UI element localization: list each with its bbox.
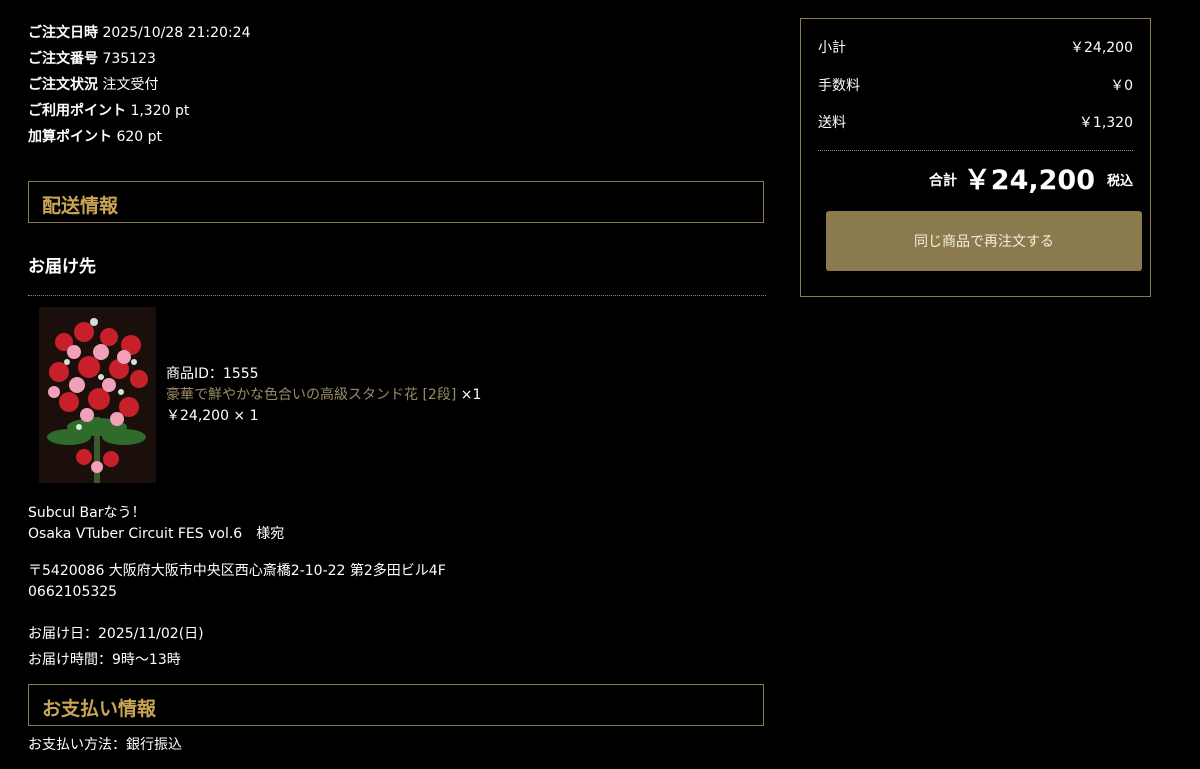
fee-label: 手数料 xyxy=(818,78,860,94)
order-summary: 小計 ￥24,200 手数料 ￥0 送料 ￥1,320 合計 ￥24,200 税… xyxy=(800,18,1151,297)
shipping-fee-value: ￥1,320 xyxy=(1078,115,1133,131)
product-price: ￥24,200 × 1 xyxy=(166,408,259,424)
payment-method: お支払い方法：銀行振込 xyxy=(28,737,182,753)
recipient: Subcul Barなう！ Osaka VTuber Circuit FES v… xyxy=(28,503,284,545)
address-line: 〒5420086 大阪府大阪市中央区西心斎橋2-10-22 第2多田ビル4F xyxy=(28,563,446,579)
order-number-value: 735123 xyxy=(102,51,156,67)
payment-section-header: お支払い情報 xyxy=(28,684,764,726)
delivery-time: お届け時間：9時〜13時 xyxy=(28,652,181,668)
used-points-label: ご利用ポイント xyxy=(28,103,126,119)
fee-value: ￥0 xyxy=(1110,78,1133,94)
payment-section-title: お支払い情報 xyxy=(42,698,157,720)
subtotal-label: 小計 xyxy=(818,40,846,56)
product-image[interactable] xyxy=(39,307,156,483)
shipping-section-title: 配送情報 xyxy=(42,195,119,217)
recipient-line2: Osaka VTuber Circuit FES vol.6 様宛 xyxy=(28,526,285,542)
added-points-row: 加算ポイント 620 pt xyxy=(28,128,250,154)
order-date-label: ご注文日時 xyxy=(28,25,98,41)
product-name-row: 豪華で鮮やかな色合いの高級スタンド花 [2段] ×1 xyxy=(166,385,481,406)
summary-divider xyxy=(818,150,1133,151)
total-label: 合計 xyxy=(929,173,957,189)
recipient-line1: Subcul Barなう！ xyxy=(28,505,146,521)
used-points-row: ご利用ポイント 1,320 pt xyxy=(28,102,250,128)
shipping-fee-label: 送料 xyxy=(818,115,846,131)
tax-included-label: 税込 xyxy=(1106,174,1133,189)
destination-title: お届け先 xyxy=(28,257,96,277)
address-block: 〒5420086 大阪府大阪市中央区西心斎橋2-10-22 第2多田ビル4F 0… xyxy=(28,561,446,603)
delivery-date: お届け日：2025/11/02(日) xyxy=(28,626,204,642)
used-points-value: 1,320 pt xyxy=(130,103,190,119)
total-value: ￥24,200 xyxy=(963,165,1095,196)
order-date-row: ご注文日時 2025/10/28 21:20:24 xyxy=(28,24,250,50)
shipping-section-header: 配送情報 xyxy=(28,181,764,223)
fee-row: 手数料 ￥0 xyxy=(818,75,1133,95)
order-status-row: ご注文状況 注文受付 xyxy=(28,76,250,102)
product-qty: ×1 xyxy=(460,387,482,403)
delivery-block: お届け日：2025/11/02(日) お届け時間：9時〜13時 xyxy=(28,621,204,673)
product-id: 商品ID：1555 xyxy=(166,366,259,382)
phone: 0662105325 xyxy=(28,584,118,600)
shipping-fee-row: 送料 ￥1,320 xyxy=(818,112,1133,132)
added-points-label: 加算ポイント xyxy=(28,129,112,145)
order-status-label: ご注文状況 xyxy=(28,77,98,93)
order-number-row: ご注文番号 735123 xyxy=(28,50,250,76)
subtotal-row: 小計 ￥24,200 xyxy=(818,37,1133,57)
order-meta: ご注文日時 2025/10/28 21:20:24 ご注文番号 735123 ご… xyxy=(28,24,250,154)
product-info: 商品ID：1555 豪華で鮮やかな色合いの高級スタンド花 [2段] ×1 ￥24… xyxy=(166,364,481,427)
order-status-value: 注文受付 xyxy=(102,77,159,93)
divider xyxy=(28,295,766,296)
added-points-value: 620 pt xyxy=(116,129,163,145)
order-date-value: 2025/10/28 21:20:24 xyxy=(102,25,251,41)
product-name-link[interactable]: 豪華で鮮やかな色合いの高級スタンド花 [2段] xyxy=(166,387,456,403)
order-number-label: ご注文番号 xyxy=(28,51,98,67)
subtotal-value: ￥24,200 xyxy=(1070,40,1133,56)
reorder-button[interactable]: 同じ商品で再注文する xyxy=(826,211,1142,271)
